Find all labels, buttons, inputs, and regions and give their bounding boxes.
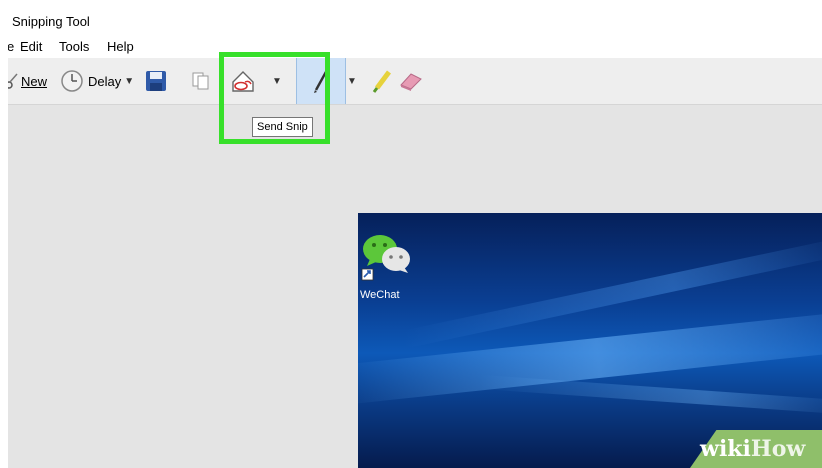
- delay-dropdown-icon[interactable]: ▼: [124, 76, 134, 87]
- window-title: Snipping Tool: [12, 14, 90, 29]
- wechat-shortcut-label: WeChat: [360, 289, 400, 301]
- captured-desktop-snip: WeChat: [358, 213, 822, 468]
- save-icon: [146, 71, 166, 91]
- copy-button[interactable]: [191, 58, 211, 104]
- menu-file[interactable]: e: [8, 39, 14, 54]
- menu-tools[interactable]: Tools: [59, 39, 89, 54]
- watermark-part2: How: [750, 436, 806, 462]
- snipping-tool-window: Snipping Tool e Edit Tools Help New Dela…: [8, 8, 822, 468]
- watermark-part1: wiki: [700, 436, 751, 462]
- menu-help[interactable]: Help: [107, 39, 134, 54]
- scissors-icon: [8, 73, 18, 89]
- highlighter-button[interactable]: [371, 58, 393, 104]
- delay-button[interactable]: Delay ▼: [60, 58, 134, 104]
- save-button[interactable]: [145, 58, 167, 104]
- delay-label: Delay: [88, 73, 122, 89]
- pen-dropdown-icon[interactable]: ▼: [347, 76, 357, 87]
- new-button[interactable]: New: [8, 58, 47, 104]
- new-label: New: [21, 73, 48, 89]
- wechat-shortcut-icon[interactable]: [360, 229, 418, 281]
- toolbar: New Delay ▼ ▼ ▼: [8, 58, 822, 105]
- clock-icon: [61, 70, 83, 92]
- pen-dropdown[interactable]: ▼: [347, 58, 357, 104]
- menu-edit[interactable]: Edit: [20, 39, 42, 54]
- menu-bar: e Edit Tools Help: [8, 34, 822, 58]
- eraser-icon: [400, 73, 422, 91]
- highlighter-icon: [372, 70, 391, 93]
- copy-icon: [192, 72, 209, 90]
- wikihow-watermark: wikiHow: [700, 436, 805, 462]
- eraser-button[interactable]: [398, 58, 424, 104]
- send-snip-tooltip: Send Snip: [252, 117, 313, 137]
- title-bar: Snipping Tool: [8, 8, 822, 34]
